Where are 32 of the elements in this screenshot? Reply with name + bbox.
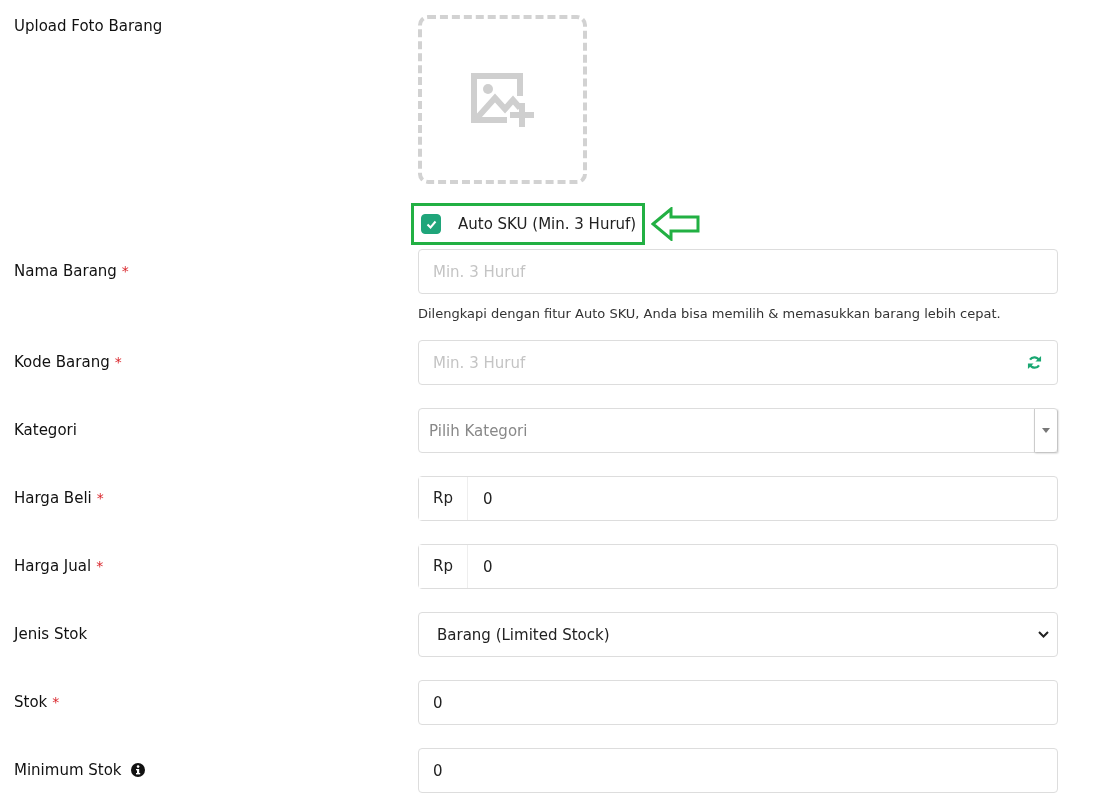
- required-mark: *: [52, 694, 60, 710]
- add-image-icon: [468, 70, 537, 129]
- checkmark-icon: [425, 219, 437, 229]
- refresh-icon[interactable]: [1027, 355, 1042, 370]
- text-field[interactable]: Min. 3 Huruf: [418, 340, 1058, 385]
- currency-prefix: Rp: [419, 545, 468, 588]
- hint-text: Dilengkapi dengan fitur Auto SKU, Anda bisa memilih & memasukkan barang lebih cepat.: [418, 306, 1002, 321]
- text-field[interactable]: Min. 3 Huruf: [418, 249, 1058, 294]
- field-label: Jenis Stok: [14, 625, 88, 643]
- category-dropdown[interactable]: Pilih Kategori: [418, 408, 1058, 453]
- required-mark: *: [114, 354, 122, 370]
- required-mark: *: [96, 558, 104, 574]
- checkbox-label: Auto SKU (Min. 3 Huruf): [458, 215, 637, 233]
- field-label: Harga Beli: [14, 489, 92, 507]
- caret-icon: [1042, 428, 1050, 433]
- field-label: Harga Jual: [14, 557, 92, 575]
- info-icon[interactable]: [130, 763, 145, 777]
- chevron-icon: [1038, 631, 1049, 638]
- field-label: Stok: [14, 693, 48, 711]
- required-mark: *: [121, 263, 129, 279]
- field-label: Upload Foto Barang: [14, 17, 163, 35]
- currency-prefix: Rp: [419, 477, 468, 520]
- arrow-icon: [651, 207, 702, 241]
- field-label: Minimum Stok: [14, 761, 122, 779]
- required-mark: *: [96, 490, 104, 506]
- field-label: Kategori: [14, 421, 77, 439]
- number-field[interactable]: 0: [418, 748, 1058, 793]
- number-field[interactable]: 0: [418, 680, 1058, 725]
- checkbox[interactable]: [421, 214, 441, 234]
- stock-type-select[interactable]: Barang (Limited Stock): [418, 612, 1058, 657]
- field-label: Nama Barang: [14, 262, 117, 280]
- field-label: Kode Barang: [14, 353, 110, 371]
